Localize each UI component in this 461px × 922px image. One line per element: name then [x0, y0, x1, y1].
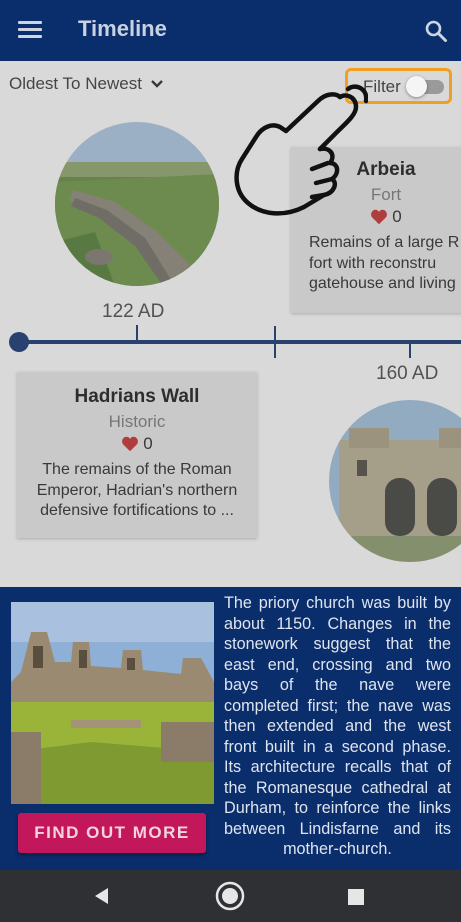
timeline-axis [18, 340, 461, 344]
card-title: Arbeia [356, 159, 416, 180]
find-out-more-button[interactable]: FIND OUT MORE [18, 813, 206, 853]
system-nav-bar [0, 870, 461, 922]
arbeia-image[interactable] [329, 400, 461, 562]
filter-toggle[interactable] [406, 76, 444, 97]
timeline-tick [409, 342, 411, 358]
likes-count: 0 [392, 207, 402, 226]
hadrians-wall-image[interactable] [55, 122, 219, 286]
feature-description: The priory church was built by about 115… [224, 594, 451, 858]
heart-icon[interactable] [121, 436, 139, 452]
hamburger-menu-icon[interactable] [18, 21, 42, 39]
card-likes: 0 [17, 434, 257, 454]
app-bar: Timeline [0, 0, 461, 61]
card-category: Historic [108, 412, 166, 431]
page-title: Timeline [78, 16, 167, 41]
timeline-tick [274, 326, 276, 358]
likes-count: 0 [143, 434, 153, 453]
filter-control[interactable]: Filter [345, 68, 452, 104]
sort-order-dropdown[interactable]: Oldest To Newest [9, 74, 164, 94]
timeline-card-arbeia[interactable]: Arbeia Fort 0 Remains of a large R fort … [291, 147, 461, 313]
back-triangle-icon[interactable] [92, 886, 112, 906]
filter-toggle-knob [406, 76, 427, 97]
timeline-tick [136, 325, 138, 342]
timeline-start-marker[interactable] [9, 332, 29, 352]
card-title: Hadrians Wall [74, 386, 200, 407]
recents-square-icon[interactable] [347, 888, 365, 906]
priory-ruins-photo [11, 602, 214, 804]
timeline-card-hadrians-wall[interactable]: Hadrians Wall Historic 0 The remains of … [17, 372, 257, 538]
feature-panel: FIND OUT MORE The priory church was buil… [0, 587, 461, 870]
year-label: 160 AD [376, 363, 439, 384]
card-description: Remains of a large R fort with reconstru… [309, 234, 460, 292]
card-category: Fort [370, 185, 402, 204]
year-label: 122 AD [102, 301, 165, 322]
heart-icon[interactable] [370, 209, 388, 225]
home-circle-icon[interactable] [215, 881, 245, 911]
timeline-content: Oldest To Newest Arbeia Fort 0 Remains o… [0, 61, 461, 587]
chevron-down-icon [151, 80, 163, 88]
sort-order-label: Oldest To Newest [9, 74, 142, 93]
card-description: The remains of the Roman Emperor, Hadria… [36, 461, 238, 519]
search-icon[interactable] [424, 19, 448, 43]
filter-label: Filter [363, 77, 401, 96]
card-likes: 0 [291, 207, 461, 227]
